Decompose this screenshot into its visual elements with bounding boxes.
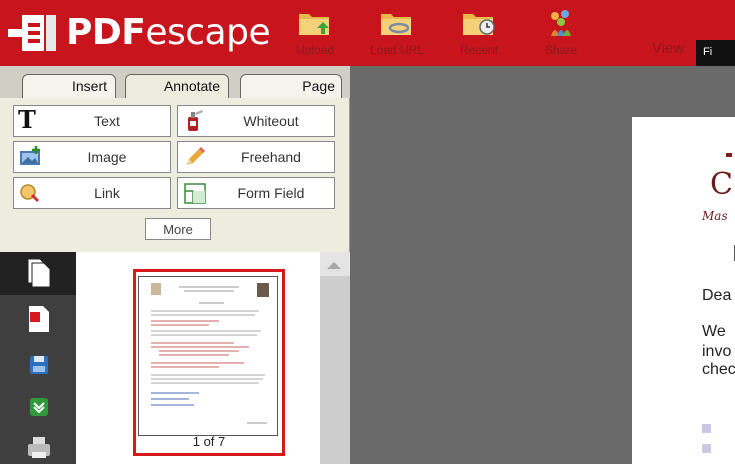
body-line-2: invo — [702, 343, 732, 360]
body-line-3: chec — [702, 361, 735, 378]
sidebar — [0, 252, 76, 464]
insert-image-label: Image — [87, 149, 127, 165]
pencil-icon — [182, 145, 208, 169]
folder-clock-icon — [459, 8, 499, 38]
insert-link-label: Link — [94, 185, 120, 201]
insert-text-label: Text — [94, 113, 120, 129]
bullet-marker — [702, 444, 711, 453]
pdfescape-app: PDFescape Upload Load URL Recent Share V… — [0, 0, 735, 464]
crest-subtitle: Mas — [702, 209, 728, 223]
tools-panel: Insert Annotate Page T Text Whiteout Ima… — [0, 66, 350, 252]
link-icon — [18, 181, 44, 205]
salutation-text: Dea — [702, 287, 732, 304]
bullet-marker — [702, 424, 711, 433]
insert-image-button[interactable]: Image — [13, 141, 171, 173]
image-icon — [18, 145, 44, 169]
upload-label: Upload — [295, 43, 335, 57]
whiteout-label: Whiteout — [243, 113, 299, 129]
top-bar: PDFescape Upload Load URL Recent Share V… — [0, 0, 735, 66]
thumbnail-scroll-thumb[interactable] — [320, 276, 350, 464]
pages-button[interactable] — [0, 252, 76, 295]
whiteout-button[interactable]: Whiteout — [177, 105, 335, 137]
print-button[interactable] — [0, 428, 76, 464]
recent-label: Recent — [459, 43, 499, 57]
scroll-up-arrow-icon[interactable] — [327, 262, 341, 269]
form-field-button[interactable]: Form Field — [177, 177, 335, 209]
more-button[interactable]: More — [145, 218, 211, 240]
recent-button[interactable]: Recent — [444, 8, 514, 60]
tab-page[interactable]: Page — [240, 74, 342, 98]
tab-insert-label: Insert — [71, 78, 107, 94]
download-button[interactable] — [0, 386, 76, 429]
upload-button[interactable]: Upload — [280, 8, 350, 60]
crest-letter: C — [710, 167, 733, 202]
form-field-icon — [182, 181, 208, 205]
download-icon — [30, 398, 48, 416]
share-label: Share — [544, 43, 578, 57]
view-label: View — [652, 40, 685, 57]
load-url-button[interactable]: Load URL — [362, 8, 432, 60]
insert-link-button[interactable]: Link — [13, 177, 171, 209]
insert-text-button[interactable]: T Text — [13, 105, 171, 137]
tab-annotate[interactable]: Annotate — [125, 74, 229, 98]
share-button[interactable]: Share — [526, 8, 596, 60]
pdfescape-logo-icon — [8, 13, 60, 53]
people-icon — [541, 8, 581, 38]
pdf-button[interactable] — [0, 298, 76, 341]
print-icon — [28, 437, 50, 458]
tab-annotate-label: Annotate — [163, 78, 220, 94]
load-url-label: Load URL — [369, 43, 425, 57]
document-page[interactable]: C Mas Dea We invo chec — [632, 117, 735, 464]
pdf-icon — [29, 306, 49, 332]
tab-insert[interactable]: Insert — [22, 74, 116, 98]
whiteout-icon — [182, 109, 208, 133]
form-field-label: Form Field — [237, 185, 305, 201]
thumbnail-page-label: 1 of 7 — [192, 434, 226, 449]
tab-strip: Insert Annotate Page — [0, 66, 350, 98]
save-icon — [30, 356, 48, 374]
freehand-label: Freehand — [241, 149, 301, 165]
tab-page-label: Page — [302, 78, 335, 94]
logo-text: PDFescape — [66, 12, 271, 53]
logo[interactable]: PDFescape — [8, 10, 271, 56]
folder-upload-icon — [295, 8, 335, 38]
freehand-button[interactable]: Freehand — [177, 141, 335, 173]
pages-icon — [27, 258, 51, 288]
body-line-1: We — [702, 323, 726, 340]
page-thumbnail-preview — [138, 276, 278, 436]
crest-mark — [726, 153, 732, 157]
save-button[interactable] — [0, 344, 76, 387]
folder-link-icon — [377, 8, 417, 38]
text-icon: T — [18, 105, 36, 134]
fit-button[interactable]: Fi — [696, 40, 735, 66]
